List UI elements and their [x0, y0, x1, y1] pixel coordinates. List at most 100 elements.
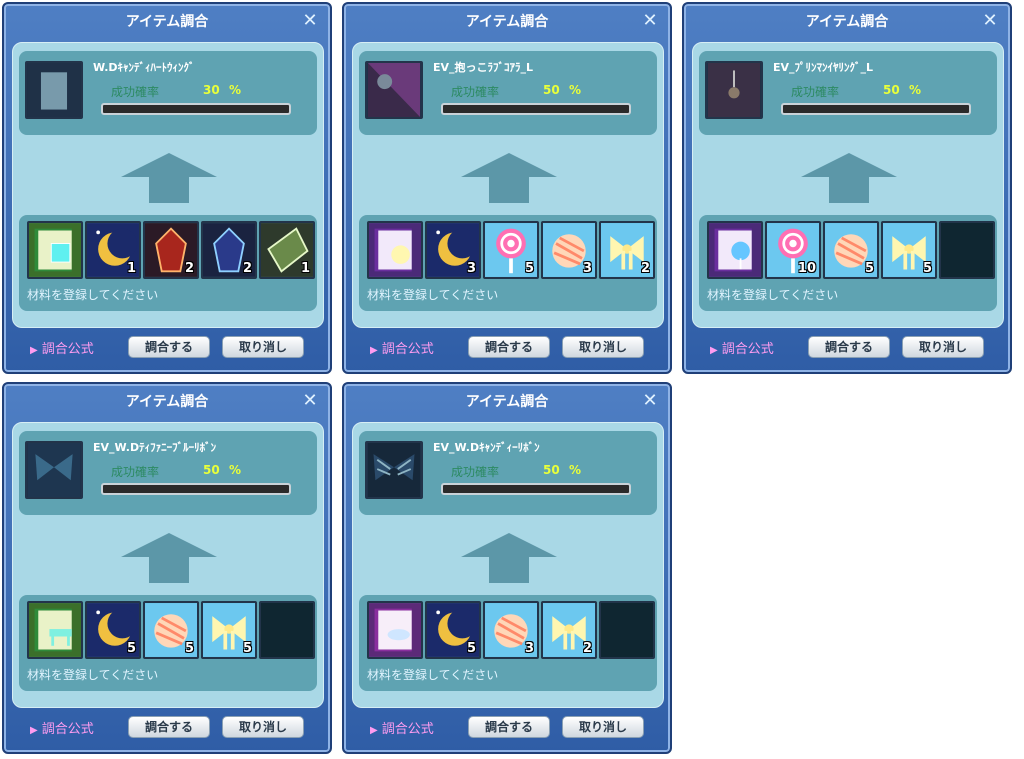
success-rate-value: 50	[203, 463, 220, 477]
triangle-right-icon: ▶	[370, 725, 378, 736]
craft-progress-bar	[101, 103, 291, 115]
close-icon[interactable]: ✕	[640, 10, 660, 32]
triangle-right-icon: ▶	[370, 345, 378, 356]
material-slot[interactable]: 5	[483, 221, 539, 279]
result-item-name: EV_抱っこﾗﾌﾞｺｱﾗ_L	[433, 61, 534, 74]
item-craft-dialog: アイテム調合 ✕ EV_W.Dｷｬﾝﾃﾞｨｰﾘﾎﾞﾝ 成功確率 50 % 5 3…	[342, 382, 672, 754]
material-slot[interactable]: 5	[85, 601, 141, 659]
craft-formula-link[interactable]: ▶ 調合公式	[370, 338, 434, 357]
material-quantity: 5	[242, 641, 252, 656]
result-item-slot[interactable]	[705, 61, 763, 119]
result-item-slot[interactable]	[25, 441, 83, 499]
success-rate-value: 50	[543, 463, 560, 477]
material-slot[interactable]	[27, 601, 83, 659]
cancel-button[interactable]: 取り消し	[562, 336, 644, 358]
success-rate-unit: %	[569, 83, 582, 97]
material-slot[interactable]: 1	[259, 221, 315, 279]
result-item-slot[interactable]	[365, 441, 423, 499]
craft-panel: EV_W.Dｷｬﾝﾃﾞｨｰﾘﾎﾞﾝ 成功確率 50 % 5 3 2 材料を登録し…	[352, 422, 664, 708]
material-slot[interactable]: 1	[85, 221, 141, 279]
material-slot[interactable]: 2	[201, 221, 257, 279]
material-quantity: 2	[582, 641, 592, 656]
craft-formula-link[interactable]: ▶ 調合公式	[30, 718, 94, 737]
craft-button[interactable]: 調合する	[468, 336, 550, 358]
item-craft-dialog: アイテム調合 ✕ EV_W.Dﾃｨﾌｧﾆｰﾌﾞﾙｰﾘﾎﾞﾝ 成功確率 50 %	[2, 382, 332, 754]
material-slot[interactable]	[599, 601, 655, 659]
triangle-right-icon: ▶	[710, 345, 718, 356]
close-icon[interactable]: ✕	[300, 390, 320, 412]
material-panel: 3 5 3 2 材料を登録してください	[359, 215, 657, 311]
material-slot[interactable]: 5	[881, 221, 937, 279]
dialog-title: アイテム調合	[125, 394, 209, 410]
material-quantity: 2	[640, 261, 650, 276]
craft-formula-label: 調合公式	[381, 342, 434, 357]
material-panel: 5 5 5 材料を登録してください	[19, 595, 317, 691]
material-hint: 材料を登録してください	[367, 668, 499, 682]
material-slot[interactable]: 5	[823, 221, 879, 279]
cancel-button[interactable]: 取り消し	[562, 716, 644, 738]
result-item-panel: EV_ﾌﾟﾘﾝﾏﾝｲﾔﾘﾝｸﾞ_L 成功確率 50 %	[699, 51, 997, 135]
material-slot[interactable]: 3	[541, 221, 597, 279]
success-rate-unit: %	[909, 83, 922, 97]
material-quantity: 5	[524, 261, 534, 276]
close-icon[interactable]: ✕	[980, 10, 1000, 32]
craft-button[interactable]: 調合する	[128, 716, 210, 738]
dialog-title: アイテム調合	[465, 14, 549, 30]
result-item-slot[interactable]	[365, 61, 423, 119]
material-quantity: 2	[242, 261, 252, 276]
material-slot[interactable]: 3	[483, 601, 539, 659]
result-item-panel: EV_抱っこﾗﾌﾞｺｱﾗ_L 成功確率 50 %	[359, 51, 657, 135]
item-craft-dialog: アイテム調合 ✕ EV_抱っこﾗﾌﾞｺｱﾗ_L 成功確率 50 % 3 5 3 …	[342, 2, 672, 374]
success-rate-label: 成功確率	[451, 85, 500, 99]
craft-progress-bar	[441, 103, 631, 115]
craft-formula-link[interactable]: ▶ 調合公式	[30, 338, 94, 357]
material-hint: 材料を登録してください	[27, 288, 159, 302]
craft-formula-label: 調合公式	[381, 722, 434, 737]
craft-progress-bar	[101, 483, 291, 495]
craft-button[interactable]: 調合する	[808, 336, 890, 358]
craft-formula-link[interactable]: ▶ 調合公式	[710, 338, 774, 357]
material-quantity: 1	[300, 261, 310, 276]
material-slot[interactable]	[27, 221, 83, 279]
material-quantity: 5	[184, 641, 194, 656]
result-item-panel: EV_W.Dｷｬﾝﾃﾞｨｰﾘﾎﾞﾝ 成功確率 50 %	[359, 431, 657, 515]
cancel-button[interactable]: 取り消し	[222, 716, 304, 738]
item-craft-dialog: アイテム調合 ✕ EV_ﾌﾟﾘﾝﾏﾝｲﾔﾘﾝｸﾞ_L 成功確率 50 % 10 …	[682, 2, 1012, 374]
material-slot[interactable]	[259, 601, 315, 659]
craft-formula-link[interactable]: ▶ 調合公式	[370, 718, 434, 737]
material-slot[interactable]: 5	[201, 601, 257, 659]
material-panel: 1 2 2 1 材料を登録してください	[19, 215, 317, 311]
triangle-right-icon: ▶	[30, 725, 38, 736]
material-quantity: 1	[126, 261, 136, 276]
material-slot[interactable]: 5	[425, 601, 481, 659]
material-slot[interactable]: 2	[143, 221, 199, 279]
craft-button[interactable]: 調合する	[468, 716, 550, 738]
result-item-name: EV_W.Dﾃｨﾌｧﾆｰﾌﾞﾙｰﾘﾎﾞﾝ	[93, 441, 217, 454]
material-slot[interactable]: 2	[599, 221, 655, 279]
material-slot[interactable]: 2	[541, 601, 597, 659]
material-slot[interactable]	[707, 221, 763, 279]
success-rate-label: 成功確率	[451, 465, 500, 479]
craft-button[interactable]: 調合する	[128, 336, 210, 358]
material-slot[interactable]	[939, 221, 995, 279]
material-hint: 材料を登録してください	[367, 288, 499, 302]
cancel-button[interactable]: 取り消し	[902, 336, 984, 358]
material-panel: 10 5 5 材料を登録してください	[699, 215, 997, 311]
success-rate-label: 成功確率	[111, 85, 160, 99]
material-slot[interactable]: 10	[765, 221, 821, 279]
success-rate-value: 50	[543, 83, 560, 97]
material-slot[interactable]	[367, 221, 423, 279]
craft-formula-label: 調合公式	[41, 722, 94, 737]
material-quantity: 3	[582, 261, 592, 276]
result-item-name: EV_ﾌﾟﾘﾝﾏﾝｲﾔﾘﾝｸﾞ_L	[773, 61, 874, 74]
result-item-slot[interactable]	[25, 61, 83, 119]
material-slot[interactable]: 3	[425, 221, 481, 279]
close-icon[interactable]: ✕	[640, 390, 660, 412]
craft-panel: EV_ﾌﾟﾘﾝﾏﾝｲﾔﾘﾝｸﾞ_L 成功確率 50 % 10 5 5 材料を登録…	[692, 42, 1004, 328]
material-quantity: 10	[797, 261, 816, 276]
cancel-button[interactable]: 取り消し	[222, 336, 304, 358]
material-slot[interactable]	[367, 601, 423, 659]
material-panel: 5 3 2 材料を登録してください	[359, 595, 657, 691]
material-slot[interactable]: 5	[143, 601, 199, 659]
close-icon[interactable]: ✕	[300, 10, 320, 32]
